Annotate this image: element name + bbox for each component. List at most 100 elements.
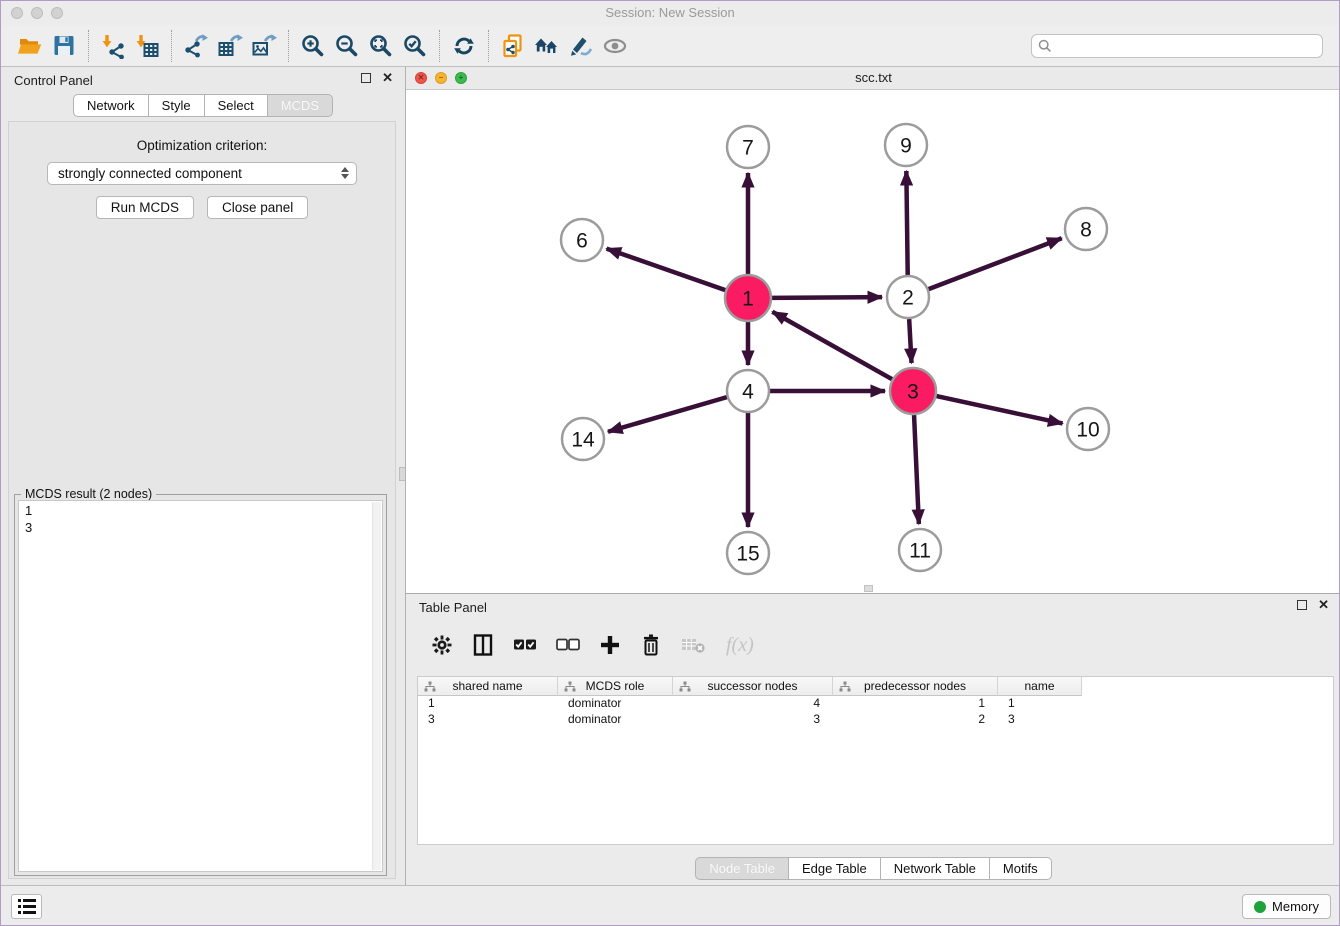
node-table-header: shared nameMCDS rolesuccessor nodesprede…: [418, 677, 1333, 696]
memory-button[interactable]: Memory: [1242, 894, 1331, 919]
network-zoom-button[interactable]: +: [455, 72, 467, 84]
graph-edge-2-3[interactable]: [909, 319, 911, 363]
add-column-icon[interactable]: [599, 634, 621, 656]
graph-node-label-15: 15: [736, 543, 759, 566]
graph-node-label-9: 9: [900, 135, 912, 158]
export-image-icon[interactable]: [247, 29, 281, 63]
select-all-rows-icon[interactable]: [513, 637, 537, 653]
graph-edge-2-8[interactable]: [929, 238, 1062, 289]
style-pen-icon[interactable]: [564, 29, 598, 63]
zoom-out-icon[interactable]: [330, 29, 364, 63]
network-close-button[interactable]: ✕: [415, 72, 427, 84]
deselect-all-rows-icon[interactable]: [556, 637, 580, 653]
close-panel-icon[interactable]: ✕: [382, 73, 393, 83]
table-panel: Table Panel ✕: [405, 593, 1340, 887]
select-stepper-icon: [341, 167, 349, 179]
table-cell-mcds-role: dominator: [558, 696, 673, 712]
list-icon: [17, 898, 37, 915]
network-minimize-button[interactable]: −: [435, 72, 447, 84]
show-columns-icon[interactable]: [472, 634, 494, 656]
horizontal-splitter-handle[interactable]: [864, 585, 873, 592]
table-tab-node-table[interactable]: Node Table: [695, 857, 789, 880]
result-scrollbar[interactable]: [372, 502, 381, 870]
mcds-result-textarea[interactable]: 13: [18, 500, 383, 872]
tab-network[interactable]: Network: [73, 94, 149, 117]
column-header-shared-name[interactable]: shared name: [418, 677, 558, 696]
import-table-icon[interactable]: [130, 29, 164, 63]
window-zoom-button[interactable]: [51, 7, 63, 19]
export-table-icon[interactable]: [213, 29, 247, 63]
window-title: Session: New Session: [1, 1, 1339, 25]
graph-edge-1-2[interactable]: [772, 297, 882, 298]
close-table-panel-icon[interactable]: ✕: [1318, 600, 1329, 610]
network-window-titlebar: ✕ − + scc.txt: [406, 67, 1340, 90]
table-panel-header: Table Panel ✕: [406, 594, 1340, 621]
table-row[interactable]: 3dominator323: [418, 712, 1333, 728]
run-mcds-button[interactable]: Run MCDS: [96, 196, 194, 219]
toolbar-separator: [488, 30, 489, 62]
graph-edge-3-10[interactable]: [936, 396, 1062, 423]
table-row[interactable]: 1dominator411: [418, 696, 1333, 712]
table-cell-predecessor-nodes: 1: [833, 696, 998, 712]
tab-select[interactable]: Select: [204, 94, 268, 117]
tab-mcds[interactable]: MCDS: [267, 94, 333, 117]
memory-status-icon: [1254, 901, 1266, 913]
titlebar: Session: New Session: [1, 1, 1339, 25]
mcds-result-groupbox: MCDS result (2 nodes) 13: [14, 494, 387, 876]
delete-table-icon: [681, 636, 707, 654]
tab-style[interactable]: Style: [148, 94, 205, 117]
app-window: Session: New Session: [0, 0, 1340, 926]
table-cell-predecessor-nodes: 2: [833, 712, 998, 728]
eye-icon[interactable]: [598, 29, 632, 63]
float-panel-icon[interactable]: [361, 73, 371, 83]
window-close-button[interactable]: [11, 7, 23, 19]
graph-node-label-10: 10: [1076, 419, 1099, 442]
control-panel-header: Control Panel ✕: [1, 67, 405, 94]
task-history-button[interactable]: [11, 894, 42, 919]
mcds-result-title: MCDS result (2 nodes): [21, 487, 156, 501]
import-network-icon[interactable]: [96, 29, 130, 63]
network-graph-canvas[interactable]: 7968124314101511: [406, 90, 1340, 593]
graph-node-label-4: 4: [742, 381, 754, 404]
zoom-in-icon[interactable]: [296, 29, 330, 63]
search-input[interactable]: [1031, 34, 1323, 58]
save-session-icon[interactable]: [47, 29, 81, 63]
column-header-predecessor-nodes[interactable]: predecessor nodes: [833, 677, 998, 696]
table-tab-motifs[interactable]: Motifs: [989, 857, 1052, 880]
close-panel-button[interactable]: Close panel: [207, 196, 308, 219]
column-header-mcds-role[interactable]: MCDS role: [558, 677, 673, 696]
float-table-panel-icon[interactable]: [1297, 600, 1307, 610]
column-header-name[interactable]: name: [998, 677, 1082, 696]
criterion-select[interactable]: strongly connected component: [47, 162, 357, 185]
table-cell-name: 3: [998, 712, 1082, 728]
table-tab-network-table[interactable]: Network Table: [880, 857, 990, 880]
graph-edge-4-14[interactable]: [608, 397, 727, 432]
refresh-icon[interactable]: [447, 29, 481, 63]
graph-edge-2-9[interactable]: [906, 171, 907, 275]
table-tab-edge-table[interactable]: Edge Table: [788, 857, 881, 880]
column-header-successor-nodes[interactable]: successor nodes: [673, 677, 833, 696]
graph-edge-1-6[interactable]: [607, 249, 726, 291]
delete-column-icon[interactable]: [640, 633, 662, 657]
graph-node-label-14: 14: [571, 429, 595, 452]
window-minimize-button[interactable]: [31, 7, 43, 19]
control-panel: Control Panel ✕ NetworkStyleSelectMCDS O…: [1, 67, 405, 887]
network-title: scc.txt: [406, 67, 1340, 89]
home-icon[interactable]: [530, 29, 564, 63]
export-network-icon[interactable]: [179, 29, 213, 63]
optimization-criterion-label: Optimization criterion:: [9, 138, 395, 153]
duplicate-network-icon[interactable]: [496, 29, 530, 63]
function-builder-icon: f(x): [726, 634, 754, 657]
zoom-selected-icon[interactable]: [398, 29, 432, 63]
table-settings-icon[interactable]: [431, 634, 453, 656]
toolbar-separator: [88, 30, 89, 62]
zoom-fit-icon[interactable]: [364, 29, 398, 63]
graph-edge-3-11[interactable]: [914, 415, 919, 524]
network-view-window: ✕ − + scc.txt 7968124314101511: [405, 67, 1340, 593]
graph-edge-3-1[interactable]: [772, 312, 892, 379]
table-toolbar: f(x): [415, 624, 754, 666]
table-cell-mcds-role: dominator: [558, 712, 673, 728]
main-toolbar: [1, 25, 1339, 67]
node-table: shared nameMCDS rolesuccessor nodesprede…: [417, 676, 1334, 845]
open-session-icon[interactable]: [13, 29, 47, 63]
